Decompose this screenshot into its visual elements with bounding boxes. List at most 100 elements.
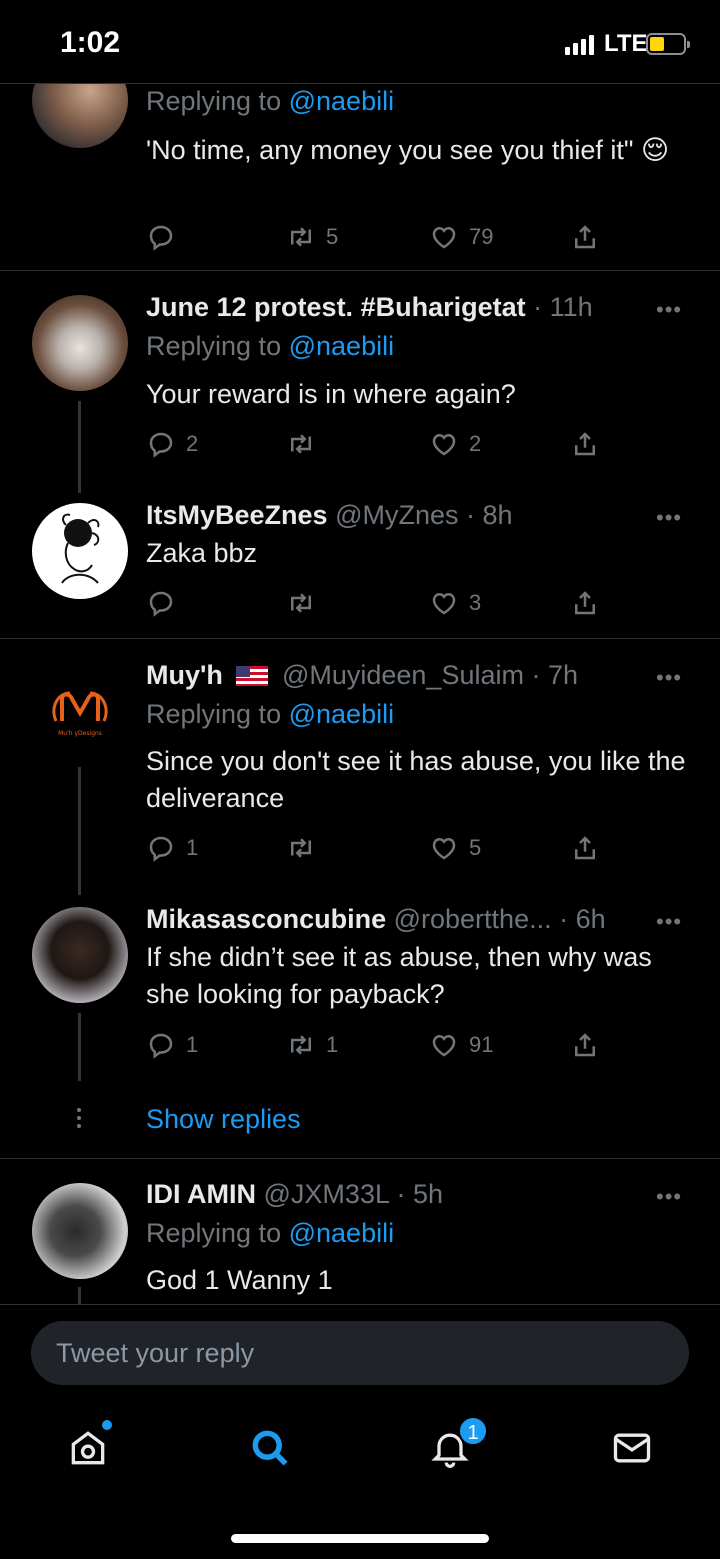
- reply-button[interactable]: [146, 219, 186, 255]
- heart-icon: [432, 1034, 456, 1057]
- more-options-icon[interactable]: •••: [656, 909, 682, 935]
- tweet-header: June 12 protest. #Buharigetat · 11h: [146, 292, 593, 323]
- tab-search[interactable]: [248, 1426, 298, 1476]
- share-icon: [575, 591, 595, 615]
- reply-count: 1: [186, 835, 199, 860]
- reply-count: 2: [186, 431, 199, 456]
- share-button[interactable]: [570, 219, 600, 255]
- tweet-time: · 6h: [559, 904, 606, 934]
- like-button[interactable]: 79: [429, 219, 493, 255]
- tab-messages[interactable]: [610, 1426, 660, 1476]
- more-replies-dots-icon: [76, 1108, 82, 1132]
- battery-icon: [646, 33, 690, 55]
- like-button[interactable]: 5: [429, 830, 481, 866]
- reply-composer: Tweet your reply: [0, 1304, 720, 1402]
- display-name[interactable]: ItsMyBeeZnes: [146, 500, 328, 530]
- share-icon: [575, 836, 595, 860]
- tweet-reply-input[interactable]: Tweet your reply: [31, 1321, 689, 1385]
- like-count: 3: [469, 590, 482, 615]
- more-options-icon[interactable]: •••: [656, 297, 682, 323]
- reply-button[interactable]: 2: [146, 426, 198, 462]
- more-options-icon[interactable]: •••: [656, 505, 682, 531]
- share-button[interactable]: [570, 830, 600, 866]
- retweet-icon: [291, 593, 311, 613]
- user-handle[interactable]: @JXM33L: [264, 1179, 389, 1209]
- search-icon: [252, 1430, 288, 1466]
- avatar[interactable]: [32, 295, 128, 391]
- heart-icon: [432, 226, 456, 249]
- svg-text:Mu'h yDesigns: Mu'h yDesigns: [58, 730, 102, 737]
- reply-button[interactable]: 1: [146, 830, 198, 866]
- replying-handle-link[interactable]: @naebili: [289, 1218, 394, 1248]
- tweet-actions: 3: [146, 585, 606, 621]
- retweet-button[interactable]: 1: [286, 1027, 338, 1063]
- retweet-button[interactable]: [286, 830, 326, 866]
- mail-icon: [613, 1433, 651, 1463]
- display-name[interactable]: Mikasasconcubine: [146, 904, 386, 934]
- tweet-text: If she didn’t see it as abuse, then why …: [146, 942, 652, 1009]
- share-button[interactable]: [570, 426, 600, 462]
- like-button[interactable]: 2: [429, 426, 481, 462]
- display-name[interactable]: Muy'h: [146, 660, 223, 690]
- heart-icon: [432, 592, 456, 615]
- retweet-count: 5: [326, 224, 339, 249]
- tweet-item[interactable]: IDI AMIN @JXM33L · 5h ••• Replying to @n…: [0, 1159, 720, 1304]
- tweet-item[interactable]: Mu'h yDesigns Muy'h @Muyideen_Sulaim · 7…: [0, 639, 720, 895]
- display-name[interactable]: IDI AMIN: [146, 1179, 256, 1209]
- retweet-button[interactable]: 5: [286, 219, 338, 255]
- avatar[interactable]: Mu'h yDesigns: [32, 663, 128, 759]
- home-icon: [71, 1431, 105, 1465]
- reply-button[interactable]: 1: [146, 1027, 198, 1063]
- network-type: LTE: [604, 30, 648, 57]
- like-button[interactable]: 3: [429, 585, 481, 621]
- display-name[interactable]: June 12 protest. #Buharigetat: [146, 292, 526, 322]
- share-icon: [575, 432, 595, 456]
- tab-home[interactable]: [66, 1420, 116, 1476]
- like-count: 2: [469, 431, 482, 456]
- like-button[interactable]: 91: [429, 1027, 493, 1063]
- brand-logo-icon: Mu'h yDesigns: [52, 691, 108, 737]
- replying-handle-link[interactable]: @naebili: [289, 86, 394, 116]
- thread-line: [78, 767, 81, 895]
- avatar[interactable]: [32, 503, 128, 599]
- replying-label: Replying to: [146, 86, 282, 116]
- thread-line: [78, 1287, 81, 1304]
- share-button[interactable]: [570, 585, 600, 621]
- us-flag-icon: [236, 666, 269, 686]
- user-handle[interactable]: @Muyideen_Sulaim: [282, 660, 524, 690]
- tweet-item[interactable]: Mikasasconcubine @robertthe... · 6h ••• …: [0, 885, 720, 1085]
- tweet-header: IDI AMIN @JXM33L · 5h: [146, 1179, 443, 1210]
- thread-line: [78, 1013, 81, 1081]
- tweet-text: God 1 Wanny 1: [146, 1265, 333, 1295]
- replying-handle-link[interactable]: @naebili: [289, 331, 394, 361]
- tab-notifications[interactable]: 1: [428, 1416, 488, 1476]
- tweet-actions: 1 5: [146, 830, 606, 866]
- reply-count: 1: [186, 1032, 199, 1057]
- replying-handle-link[interactable]: @naebili: [289, 699, 394, 729]
- user-handle[interactable]: @robertthe...: [394, 904, 552, 934]
- retweet-button[interactable]: [286, 585, 326, 621]
- user-handle[interactable]: @MyZnes: [335, 500, 458, 530]
- reply-button[interactable]: [146, 585, 186, 621]
- retweet-icon: [291, 1035, 311, 1055]
- replying-label: Replying to: [146, 331, 282, 361]
- tweet-actions: 5 79: [146, 219, 606, 255]
- like-count: 91: [469, 1032, 494, 1057]
- more-options-icon[interactable]: •••: [656, 1184, 682, 1210]
- tweet-item[interactable]: June 12 protest. #Buharigetat · 11h ••• …: [0, 271, 720, 493]
- tweet-item[interactable]: ItsMyBeeZnes @MyZnes · 8h ••• Zaka bbz 3: [0, 487, 720, 637]
- home-new-dot: [102, 1420, 112, 1430]
- notifications-badge: 1: [458, 1416, 488, 1446]
- replying-label: Replying to: [146, 699, 282, 729]
- retweet-count: 1: [326, 1032, 339, 1057]
- status-time: 1:02: [60, 26, 121, 59]
- more-options-icon[interactable]: •••: [656, 665, 682, 691]
- avatar[interactable]: [32, 1183, 128, 1279]
- retweet-icon: [291, 434, 311, 454]
- replying-label: Replying to: [146, 1218, 282, 1248]
- tweet-time: · 11h: [533, 292, 593, 322]
- show-replies-link[interactable]: Show replies: [146, 1104, 301, 1135]
- share-button[interactable]: [570, 1027, 600, 1063]
- avatar[interactable]: [32, 907, 128, 1003]
- retweet-button[interactable]: [286, 426, 326, 462]
